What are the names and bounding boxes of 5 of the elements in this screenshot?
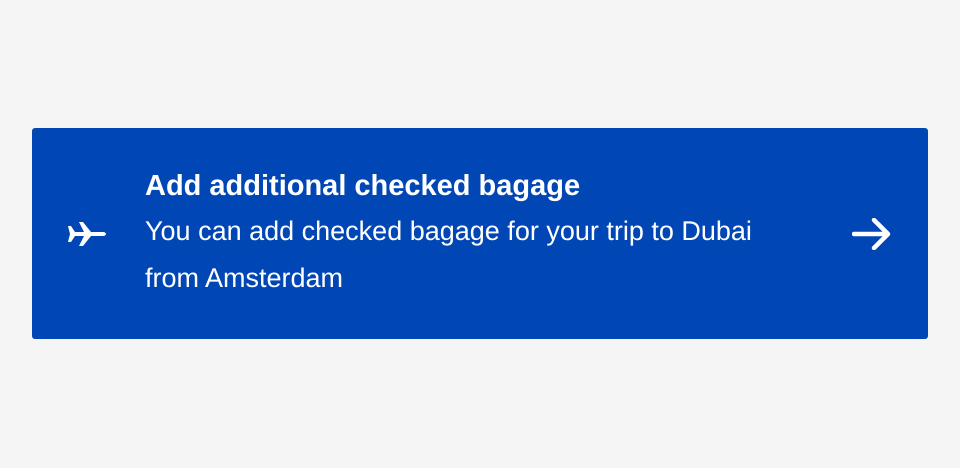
arrow-right-icon [852, 218, 892, 250]
airplane-icon [68, 222, 108, 246]
banner-title: Add additional checked bagage [145, 168, 582, 204]
baggage-banner[interactable]: Add additional checked bagage You can add checked bagage for your trip to Dubai from Amsterdam [32, 128, 928, 339]
banner-description: You can add checked bagage for your trip to Dubai from Amsterdam [145, 214, 753, 294]
